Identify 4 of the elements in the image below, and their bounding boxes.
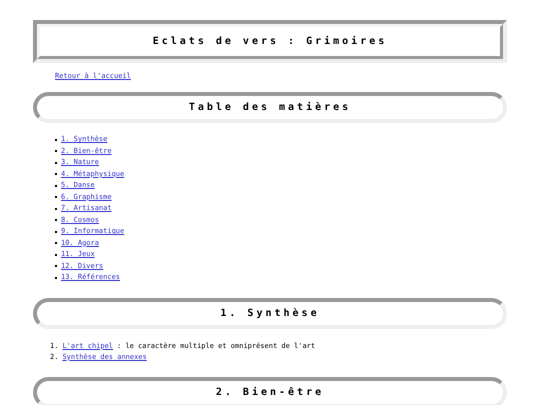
section-heading: 1. Synthèse (220, 306, 320, 320)
section-heading: Table des matières (188, 100, 352, 115)
section-heading: 2. Bien-être (216, 386, 324, 400)
site-title: Eclats de vers : Grimoires (152, 34, 388, 49)
